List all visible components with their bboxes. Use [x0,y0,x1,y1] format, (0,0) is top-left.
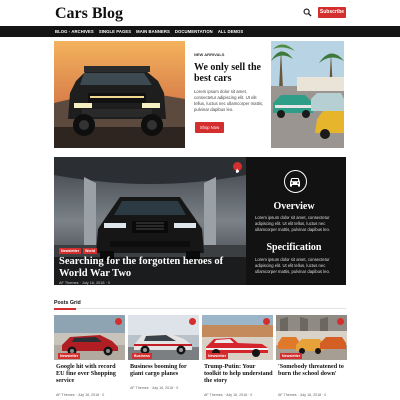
hero-truck-image[interactable] [54,41,185,148]
post-category-tag[interactable]: Newsletter [206,353,229,359]
shop-now-button[interactable]: Shop Now [195,122,224,133]
trending-badge [115,318,122,325]
specification-text: Lorem ipsum dolor sit amet, consectetur … [255,257,330,274]
post-card[interactable]: Newsletter Google hit with record EU fin… [54,315,125,400]
nav-item-main-banners[interactable]: MAIN BANNERS [136,29,170,34]
post-meta: AF Themes · July 16, 2018 · 0 [130,386,179,390]
nav-item-all-demos[interactable]: ALL DEMOS [218,29,243,34]
feature-title[interactable]: We only sell the best cars [194,62,268,84]
site-logo[interactable]: Cars Blog [55,5,123,23]
overview-text: Lorem ipsum dolor sit amet, consectetur … [255,215,330,232]
nav-item-blog-archives[interactable]: BLOG - ARCHIVES [55,29,94,34]
post-meta: AF Themes · July 16, 2018 · 0 [56,393,105,397]
banner-headline[interactable]: Searching for the forgotten heroes of Wo… [59,256,249,280]
post-card[interactable]: Newsletter 'Somebody threatened to burn … [276,315,347,400]
overview-heading: Overview [273,201,315,212]
feature-excerpt: Lorem ipsum dolor sit amet, consectetur … [194,89,264,112]
feature-kicker: NEW ARRIVALS [194,52,225,57]
site-header: Cars Blog Subscribe [0,0,400,26]
post-title[interactable]: Google hit with record EU fine over Shop… [56,363,125,384]
post-category-tag[interactable]: Business [132,353,152,359]
section-divider [54,308,346,309]
post-meta: AF Themes · July 16, 2018 · 0 [204,393,253,397]
car-icon [284,170,307,193]
classic-cars-image[interactable] [271,41,344,148]
specification-heading: Specification [266,242,322,253]
main-nav: BLOG - ARCHIVES SINGLE PAGES MAIN BANNER… [0,26,400,37]
post-meta: AF Themes · July 16, 2018 · 0 [278,393,327,397]
banner-tag-world[interactable]: World [83,248,98,254]
post-title[interactable]: Business booming for giant cargo planes [130,363,199,377]
post-card[interactable]: Business Business booming for giant carg… [128,315,199,400]
banner-tag-newsletter[interactable]: Newsletter [59,248,82,254]
trending-badge [263,318,270,325]
posts-grid-title: Posts Grid [54,300,81,306]
banner-meta: AF Themes · July 16, 2018 · 0 [59,281,111,285]
post-card[interactable]: Newsletter Trump-Putin: Your toolkit to … [202,315,273,400]
post-title[interactable]: 'Somebody threatened to burn the school … [278,363,347,377]
post-category-tag[interactable]: Newsletter [58,353,81,359]
nav-item-documentation[interactable]: DOCUMENTATION [175,29,213,34]
trending-badge [337,318,344,325]
trending-badge [233,162,242,173]
subscribe-button[interactable]: Subscribe [318,7,346,18]
nav-item-single-pages[interactable]: SINGLE PAGES [99,29,131,34]
section-accent-line [54,307,76,310]
search-icon[interactable] [303,8,312,17]
post-title[interactable]: Trump-Putin: Your toolkit to help unders… [204,363,273,384]
feature-card: NEW ARRIVALS We only sell the best cars … [186,41,270,148]
post-category-tag[interactable]: Newsletter [280,353,303,359]
trending-badge [189,318,196,325]
